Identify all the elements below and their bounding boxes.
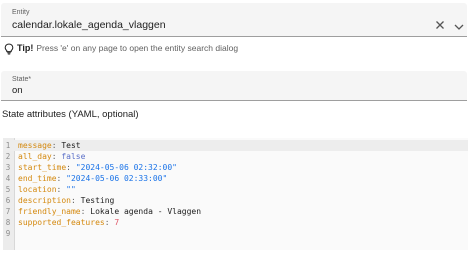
yaml-value: false	[61, 152, 86, 161]
entity-value[interactable]: calendar.lokale_agenda_vlaggen	[12, 19, 166, 31]
code-content: location: ""	[18, 185, 76, 194]
state-label: State*	[12, 76, 32, 83]
code-line[interactable]: 6 description: Testing	[3, 195, 468, 206]
tip-row: Tip! Press 'e' on any page to open the e…	[4, 40, 238, 56]
line-number: 1	[5, 141, 11, 150]
yaml-key: friendly_name	[18, 207, 81, 216]
entity-picker[interactable]: Entity calendar.lokale_agenda_vlaggen	[1, 3, 467, 37]
line-number: 8	[5, 218, 11, 227]
close-icon[interactable]	[435, 17, 445, 29]
code-content: end_time: "2024-05-06 02:33:00"	[18, 174, 168, 183]
code-line[interactable]: 7 friendly_name: Lokale agenda - Vlaggen	[3, 206, 468, 217]
line-number: 6	[5, 196, 11, 205]
yaml-key: message	[18, 141, 52, 150]
code-content: message: Test	[18, 141, 81, 150]
line-number: 2	[5, 152, 11, 161]
developer-tools-states: Entity calendar.lokale_agenda_vlaggen Ti…	[0, 0, 474, 253]
lightbulb-icon	[4, 42, 14, 55]
line-number: 4	[5, 174, 11, 183]
line-number: 5	[5, 185, 11, 194]
code-line[interactable]: 8 supported_features: 7	[3, 217, 468, 228]
state-input[interactable]: on	[12, 85, 23, 96]
code-content: description: Testing	[18, 196, 115, 205]
code-content: supported_features: 7	[18, 218, 120, 227]
entity-label: Entity	[12, 9, 30, 16]
yaml-key: supported_features	[18, 218, 105, 227]
yaml-key: end_time	[18, 174, 57, 183]
yaml-key: all_day	[18, 152, 52, 161]
yaml-value: Testing	[80, 196, 115, 205]
yaml-key: start_time	[18, 163, 67, 172]
line-number: 7	[5, 207, 11, 216]
code-line[interactable]: 2 all_day: false	[3, 151, 468, 162]
yaml-value: "2024-05-06 02:32:00"	[75, 163, 177, 172]
code-line[interactable]: 9	[3, 228, 468, 239]
line-number: 9	[5, 229, 11, 238]
yaml-value: Test	[61, 141, 81, 150]
yaml-key: location	[18, 185, 57, 194]
yaml-key: description	[18, 196, 71, 205]
yaml-value: ""	[66, 185, 76, 194]
code-line[interactable]: 1 message: Test	[3, 140, 468, 151]
code-content: friendly_name: Lokale agenda - Vlaggen	[18, 207, 202, 216]
code-line[interactable]: 5 location: ""	[3, 184, 468, 195]
code-line[interactable]: 4 end_time: "2024-05-06 02:33:00"	[3, 173, 468, 184]
yaml-value: 7	[114, 218, 120, 227]
yaml-editor[interactable]: 1 message: Test 2 all_day: false 3 start_time…	[3, 138, 468, 250]
attributes-title: State attributes (YAML, optional)	[2, 109, 139, 120]
tip-text: Press 'e' on any page to open the entity…	[36, 43, 239, 53]
yaml-value: "2024-05-06 02:33:00"	[66, 174, 168, 183]
code-content: start_time: "2024-05-06 02:32:00"	[18, 163, 177, 172]
yaml-value: Lokale agenda - Vlaggen	[90, 207, 202, 216]
chevron-down-icon[interactable]	[454, 18, 464, 30]
tip-heading: Tip!	[17, 43, 34, 53]
code-content: all_day: false	[18, 152, 86, 161]
code-line[interactable]: 3 start_time: "2024-05-06 02:32:00"	[3, 162, 468, 173]
state-field[interactable]: State* on	[1, 71, 467, 101]
line-number: 3	[5, 163, 11, 172]
